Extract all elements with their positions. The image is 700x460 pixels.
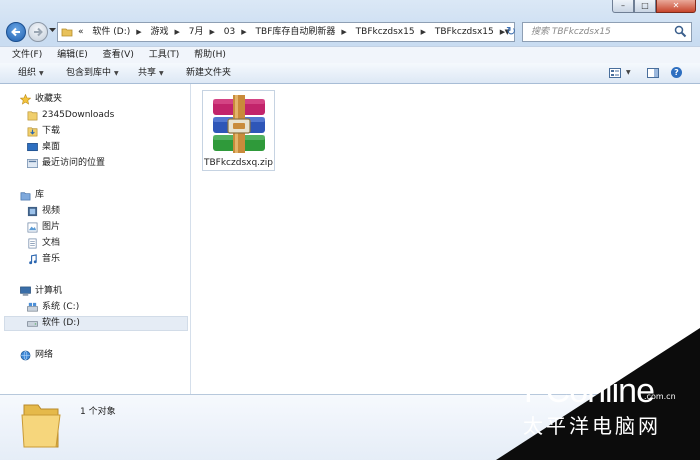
folder-icon <box>27 111 38 121</box>
menu-edit[interactable]: 编辑(E) <box>51 47 94 63</box>
star-icon <box>20 94 31 105</box>
address-bar[interactable]: « 软件 (D:) ▶ 游戏 ▶ 7月 ▶ 03 ▶ TBF库存自动刷新器 ▶ TBFkc… <box>57 22 515 42</box>
search-placeholder: 搜索 TBFkczdsx15 <box>531 27 611 37</box>
nav-item-label: 桌面 <box>42 142 61 152</box>
arrow-left-icon <box>11 27 20 37</box>
include-in-library-button[interactable]: 包含到库中 ▼ <box>66 63 119 84</box>
breadcrumb-games[interactable]: 游戏 <box>148 23 172 41</box>
file-list: TBFkczdsxq.zip <box>191 84 700 394</box>
include-in-library-label: 包含到库中 <box>66 68 112 78</box>
item-count: 1 个对象 <box>80 407 116 417</box>
watermark-domain: .com.cn <box>644 392 676 401</box>
breadcrumb-03[interactable]: 03 <box>221 23 238 41</box>
nav-item-label: 系统 (C:) <box>42 302 80 312</box>
command-bar: 组织 ▼ 包含到库中 ▼ 共享 ▼ 新建文件夹 ▼ ? <box>0 63 700 84</box>
nav-item-label: 文档 <box>42 238 61 248</box>
new-folder-button[interactable]: 新建文件夹 <box>186 63 231 83</box>
search-box[interactable]: 搜索 TBFkczdsx15 <box>522 22 692 42</box>
breadcrumb-drive[interactable]: 软件 (D:) <box>89 23 133 41</box>
drive-icon <box>27 321 38 327</box>
address-row: « 软件 (D:) ▶ 游戏 ▶ 7月 ▶ 03 ▶ TBF库存自动刷新器 ▶ TBFkc… <box>0 20 700 44</box>
organize-button[interactable]: 组织 ▼ <box>18 63 44 84</box>
downloads-folder-icon <box>27 127 38 137</box>
chevron-right-icon[interactable]: ▶ <box>207 23 218 41</box>
chevron-down-icon: ▼ <box>39 70 44 77</box>
maximize-button[interactable]: □ <box>634 0 656 13</box>
menu-bar: 文件(F) 编辑(E) 查看(V) 工具(T) 帮助(H) <box>0 46 700 63</box>
nav-item-label: 最近访问的位置 <box>42 158 106 168</box>
video-library-icon <box>27 206 38 217</box>
folder-icon <box>21 404 61 448</box>
desktop-icon <box>27 143 38 152</box>
nav-libraries-label: 库 <box>35 190 45 200</box>
nav-computer-label: 计算机 <box>35 286 63 296</box>
document-library-icon <box>28 238 37 249</box>
breadcrumb-july[interactable]: 7月 <box>186 23 207 41</box>
libraries-icon <box>20 192 31 201</box>
file-item[interactable]: TBFkczdsxq.zip <box>202 90 275 171</box>
chevron-right-icon[interactable]: ▶ <box>133 23 144 41</box>
minimize-button[interactable]: – <box>612 0 634 13</box>
music-note-icon <box>29 254 37 265</box>
nav-item-label: 视频 <box>42 206 61 216</box>
breadcrumb-folder-1[interactable]: TBFkczdsx15 <box>353 23 418 41</box>
forward-button[interactable] <box>28 22 48 42</box>
new-folder-label: 新建文件夹 <box>186 68 232 78</box>
help-icon[interactable]: ? <box>671 67 682 78</box>
nav-favorites-label: 收藏夹 <box>35 94 63 104</box>
arrow-right-icon <box>34 27 43 37</box>
navigation-pane: 收藏夹 2345Downloads 下载 桌面 最近访问的位置 库 视频 图片 … <box>0 84 191 394</box>
explorer-window: – □ ✕ « 软件 (D:) ▶ 游戏 ▶ 7月 ▶ 03 ▶ TBF库存自动… <box>0 0 700 460</box>
menu-help[interactable]: 帮助(H) <box>188 47 232 63</box>
refresh-icon[interactable]: ↻ <box>503 23 519 39</box>
view-options-icon[interactable] <box>609 68 621 78</box>
watermark-chinese-name: 太平洋电脑网 <box>523 414 661 438</box>
nav-item-label: 下载 <box>42 126 61 136</box>
breadcrumb-folder-2[interactable]: TBFkczdsx15 <box>432 23 497 41</box>
back-button[interactable] <box>6 22 26 42</box>
network-icon <box>20 350 31 361</box>
breadcrumb-tool[interactable]: TBF库存自动刷新器 <box>253 23 339 41</box>
search-icon[interactable] <box>674 25 687 38</box>
recent-pages-dropdown-icon[interactable] <box>49 27 56 33</box>
folder-icon <box>61 28 73 37</box>
share-label: 共享 <box>138 68 157 78</box>
computer-icon <box>20 286 31 296</box>
preview-pane-icon[interactable] <box>647 68 659 78</box>
breadcrumb: « 软件 (D:) ▶ 游戏 ▶ 7月 ▶ 03 ▶ TBF库存自动刷新器 ▶ TBFkc… <box>75 23 508 41</box>
watermark-brand: PConline <box>524 372 655 410</box>
system-drive-icon <box>27 302 38 312</box>
share-button[interactable]: 共享 ▼ <box>138 63 164 84</box>
chevron-down-icon: ▼ <box>159 70 164 77</box>
menu-view[interactable]: 查看(V) <box>97 47 140 63</box>
recent-places-icon <box>27 159 38 168</box>
chevron-right-icon[interactable]: ▶ <box>338 23 349 41</box>
file-name: TBFkczdsxq.zip <box>204 158 273 168</box>
nav-item-label: 音乐 <box>42 254 61 264</box>
winrar-archive-icon <box>213 95 265 153</box>
menu-tools[interactable]: 工具(T) <box>143 47 186 63</box>
chevron-down-icon: ▼ <box>114 70 119 77</box>
picture-library-icon <box>27 222 38 233</box>
breadcrumb-history[interactable]: « <box>75 23 87 41</box>
nav-item-label: 图片 <box>42 222 61 232</box>
nav-network-label: 网络 <box>35 350 54 360</box>
close-button[interactable]: ✕ <box>656 0 696 13</box>
chevron-right-icon[interactable]: ▶ <box>172 23 183 41</box>
nav-item-label: 软件 (D:) <box>42 318 80 328</box>
chevron-right-icon[interactable]: ▶ <box>238 23 249 41</box>
chevron-right-icon[interactable]: ▶ <box>418 23 429 41</box>
nav-item-label: 2345Downloads <box>42 110 115 120</box>
menu-file[interactable]: 文件(F) <box>6 47 48 63</box>
organize-label: 组织 <box>18 68 37 78</box>
view-dropdown-icon[interactable]: ▼ <box>626 63 631 83</box>
